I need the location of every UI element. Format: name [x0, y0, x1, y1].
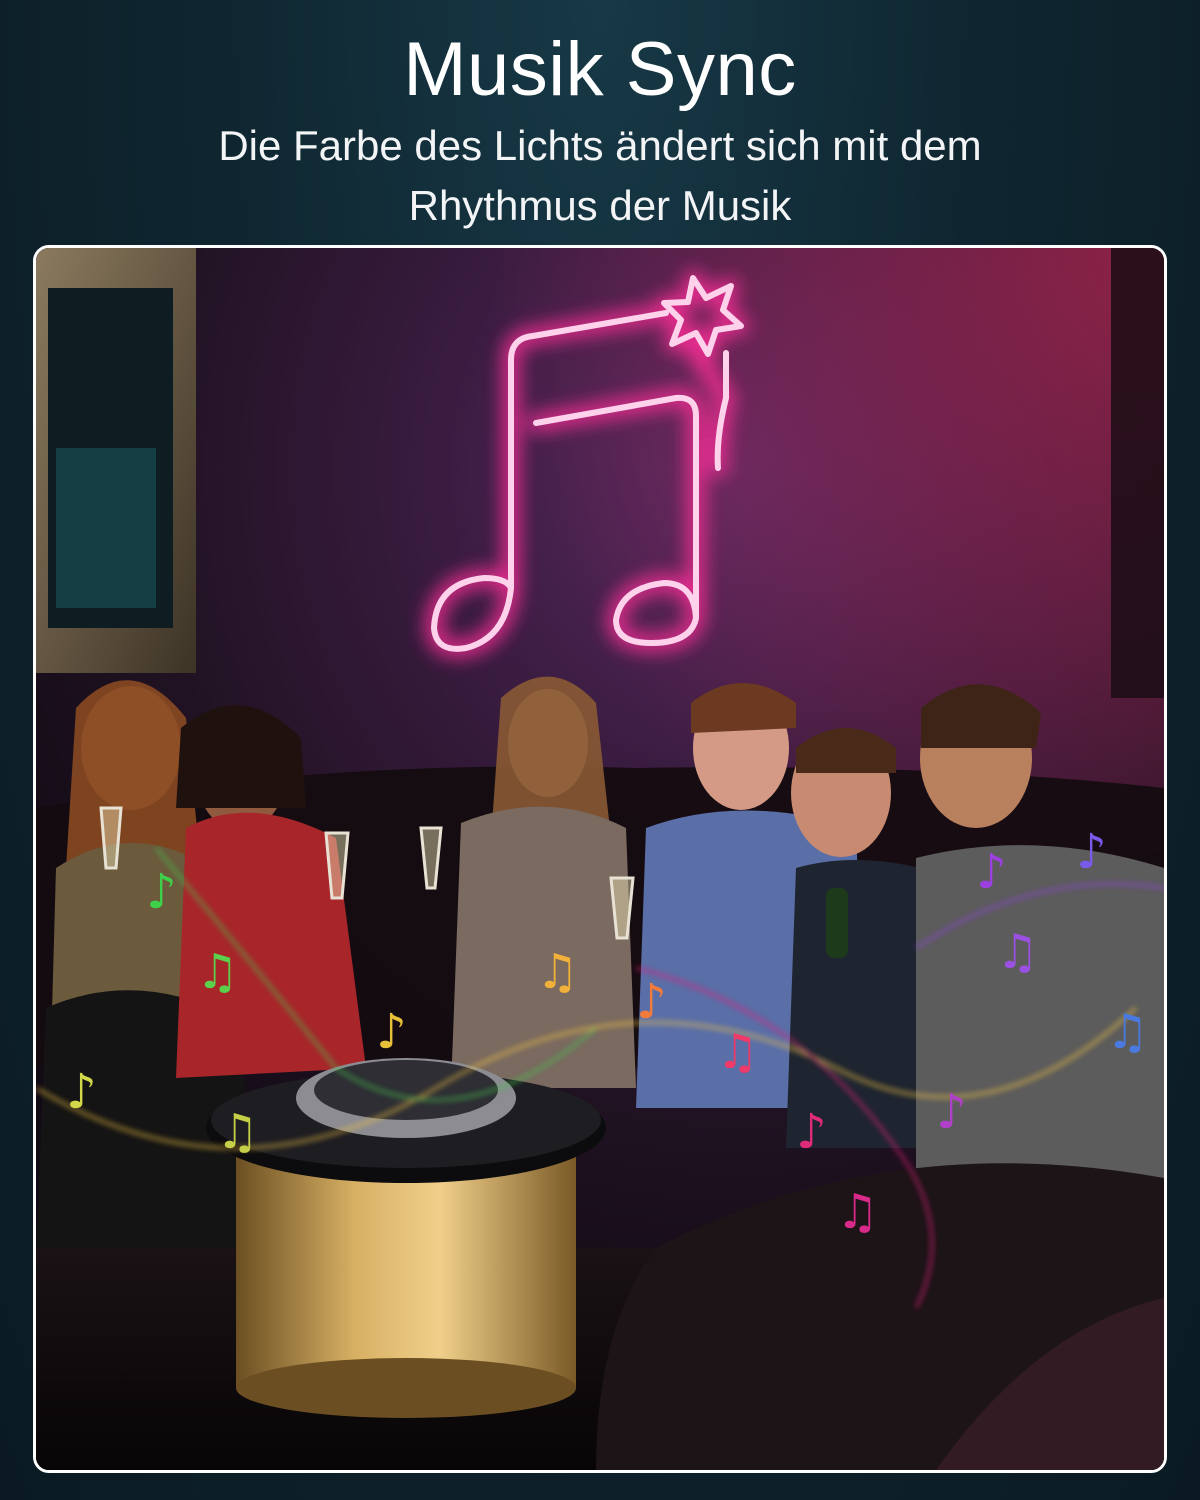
ornate-mirror	[36, 248, 196, 673]
lounge-photo: ♪ ♫ ♪ ♫ ♪ ♫ ♪ ♫ ♪ ♫ ♪ ♫ ♪ ♫ ♪	[33, 245, 1167, 1473]
svg-text:♪: ♪	[976, 844, 1007, 900]
svg-text:♫: ♫	[1106, 1004, 1149, 1060]
svg-text:♪: ♪	[146, 864, 177, 920]
subtitle-line-2: Rhythmus der Musik	[408, 182, 792, 229]
svg-text:♫: ♫	[716, 1024, 759, 1080]
side-table	[206, 1058, 606, 1418]
page-subtitle: Die Farbe des Lichts ändert sich mit dem…	[150, 116, 1050, 236]
svg-text:♫: ♫	[216, 1104, 259, 1160]
header: Musik Sync Die Farbe des Lichts ändert s…	[0, 0, 1200, 240]
svg-text:♫: ♫	[996, 924, 1039, 980]
svg-text:♪: ♪	[636, 974, 667, 1030]
svg-text:♫: ♫	[536, 944, 579, 1000]
page-title: Musik Sync	[403, 27, 797, 112]
svg-text:♪: ♪	[936, 1084, 967, 1140]
svg-text:♪: ♪	[1076, 824, 1107, 880]
svg-text:♪: ♪	[66, 1064, 97, 1120]
subtitle-line-1: Die Farbe des Lichts ändert sich mit dem	[218, 122, 982, 169]
svg-text:♫: ♫	[196, 944, 239, 1000]
svg-text:♪: ♪	[376, 1004, 407, 1060]
svg-text:♫: ♫	[836, 1184, 879, 1240]
svg-text:♪: ♪	[796, 1104, 827, 1160]
